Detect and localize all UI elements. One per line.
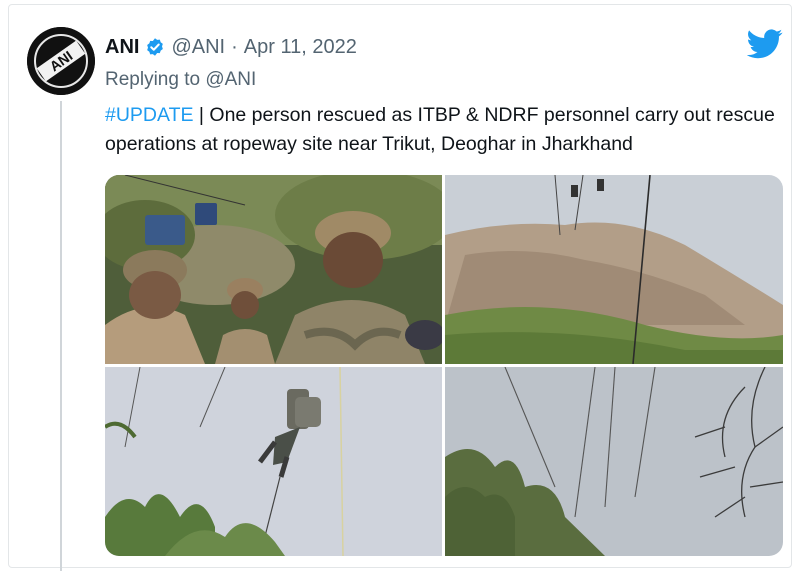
hashtag-link[interactable]: #UPDATE bbox=[105, 104, 194, 126]
photo-soldiers-cable-car[interactable] bbox=[105, 175, 442, 364]
thread-connector bbox=[60, 101, 62, 571]
replying-prefix: Replying to bbox=[105, 69, 206, 90]
tweet-date[interactable]: Apr 11, 2022 bbox=[244, 36, 357, 59]
replying-mention[interactable]: @ANI bbox=[205, 69, 256, 90]
author-handle[interactable]: @ANI bbox=[171, 36, 225, 59]
tweet-text: #UPDATE | One person rescued as ITBP & N… bbox=[105, 101, 775, 159]
photo-cables-trees[interactable] bbox=[445, 367, 783, 556]
verified-badge-icon bbox=[147, 38, 164, 56]
twitter-bird-icon[interactable] bbox=[747, 29, 783, 59]
tweet-card[interactable]: ANI ANI @ANI · Apr 11, 2022 Replying to … bbox=[8, 4, 792, 571]
author-name[interactable]: ANI bbox=[105, 36, 139, 59]
tweet-body: | One person rescued as ITBP & NDRF pers… bbox=[105, 104, 775, 155]
avatar[interactable]: ANI bbox=[27, 27, 95, 95]
header-separator: · bbox=[231, 35, 238, 58]
photo-rescuer-on-rope[interactable] bbox=[105, 367, 442, 556]
replying-to: Replying to @ANI bbox=[105, 69, 256, 91]
ani-logo: ANI bbox=[27, 27, 95, 95]
media-grid bbox=[105, 175, 783, 556]
photo-hill-ropeway[interactable] bbox=[445, 175, 783, 364]
tweet-header: ANI @ANI · Apr 11, 2022 bbox=[105, 33, 357, 61]
